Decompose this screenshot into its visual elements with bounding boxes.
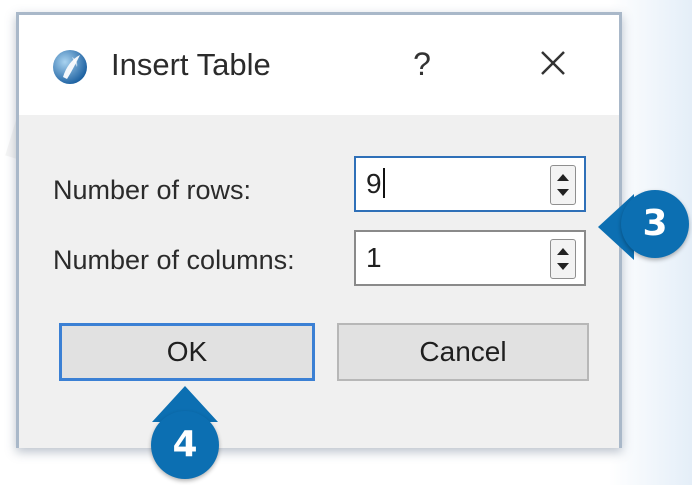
columns-value[interactable]: 1 bbox=[366, 242, 382, 274]
rows-label: Number of rows: bbox=[53, 175, 252, 205]
app-logo-icon bbox=[53, 50, 87, 84]
title-bar: Insert Table ? bbox=[19, 15, 619, 115]
insert-table-dialog: Insert Table ? Number of rows: 9 Number … bbox=[16, 12, 622, 448]
rows-spinbox[interactable]: 9 bbox=[354, 156, 586, 212]
close-icon[interactable] bbox=[531, 41, 575, 85]
columns-stepper-icon[interactable] bbox=[550, 239, 576, 279]
rows-value[interactable]: 9 bbox=[366, 168, 385, 200]
dialog-title: Insert Table bbox=[111, 47, 271, 82]
columns-label: Number of columns: bbox=[53, 245, 295, 275]
step-callout-3: 3 bbox=[621, 190, 689, 258]
dialog-body: Number of rows: 9 Number of columns: 1 O… bbox=[19, 115, 619, 448]
text-caret bbox=[382, 168, 385, 198]
step-callout-4: 4 bbox=[151, 411, 219, 479]
ok-button[interactable]: OK bbox=[59, 323, 315, 381]
columns-spinbox[interactable]: 1 bbox=[354, 230, 586, 286]
rows-stepper-icon[interactable] bbox=[550, 165, 576, 205]
cancel-button[interactable]: Cancel bbox=[337, 323, 589, 381]
help-button[interactable]: ? bbox=[407, 43, 437, 85]
